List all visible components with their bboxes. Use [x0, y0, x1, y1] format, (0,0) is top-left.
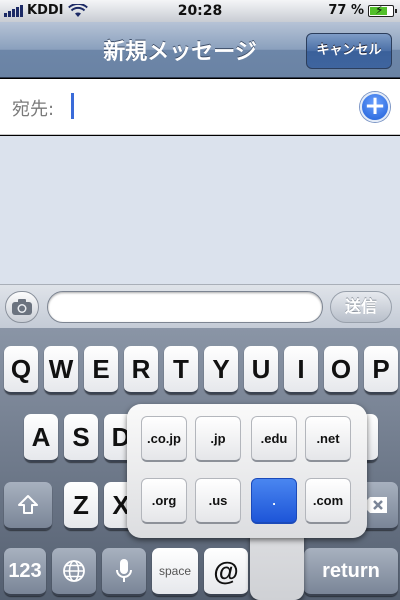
key-a[interactable]: A [24, 414, 58, 462]
space-key[interactable]: space [152, 548, 198, 596]
key-o[interactable]: O [324, 346, 358, 394]
key-w[interactable]: W [44, 346, 78, 394]
send-button[interactable]: 送信 [330, 291, 392, 323]
globe-key[interactable] [52, 548, 96, 596]
domain-option-net[interactable]: .net [305, 416, 351, 462]
key-r[interactable]: R [124, 346, 158, 394]
key-q[interactable]: Q [4, 346, 38, 394]
domain-suggestions-popup: .co.jp .jp .edu .net .org .us . .com [127, 404, 367, 538]
globe-icon [63, 560, 85, 582]
page-title: 新規メッセージ [103, 40, 257, 65]
key-s[interactable]: S [64, 414, 98, 462]
shift-icon [18, 495, 38, 514]
navigation-bar: 新規メッセージ キャンセル [0, 22, 400, 78]
domain-option-jp[interactable]: .jp [195, 416, 241, 462]
compose-bar: 送信 [0, 284, 400, 328]
text-cursor [71, 93, 74, 119]
status-bar: KDDI 20:28 77 % ⚡ [0, 0, 400, 22]
camera-icon [12, 299, 32, 315]
at-key[interactable]: @ [204, 548, 248, 596]
message-area [0, 136, 400, 284]
battery-percent: 77 % [328, 3, 364, 18]
key-t[interactable]: T [164, 346, 198, 394]
key-u[interactable]: U [244, 346, 278, 394]
key-z[interactable]: Z [64, 482, 98, 530]
add-contact-button[interactable]: + [360, 92, 390, 122]
domain-option-com[interactable]: .com [305, 478, 351, 524]
dictation-key[interactable] [102, 548, 146, 596]
popup-stem [250, 532, 304, 600]
domain-option-us[interactable]: .us [195, 478, 241, 524]
domain-option-org[interactable]: .org [141, 478, 187, 524]
battery-icon: ⚡ [368, 3, 397, 17]
cancel-button[interactable]: キャンセル [306, 33, 392, 69]
status-right: 77 % ⚡ [328, 3, 397, 18]
key-i[interactable]: I [284, 346, 318, 394]
shift-key[interactable] [4, 482, 52, 530]
camera-button[interactable] [5, 291, 39, 323]
microphone-icon [116, 559, 132, 582]
key-p[interactable]: P [364, 346, 398, 394]
message-input[interactable] [47, 291, 323, 323]
key-e[interactable]: E [84, 346, 118, 394]
recipient-field[interactable]: 宛先: + [0, 79, 400, 135]
domain-option-cojp[interactable]: .co.jp [141, 416, 187, 462]
key-y[interactable]: Y [204, 346, 238, 394]
return-key[interactable]: return [304, 548, 398, 596]
recipient-label: 宛先: [12, 99, 55, 120]
domain-option-dot[interactable]: . [251, 478, 297, 524]
numbers-key[interactable]: 123 [4, 548, 46, 596]
domain-option-edu[interactable]: .edu [251, 416, 297, 462]
